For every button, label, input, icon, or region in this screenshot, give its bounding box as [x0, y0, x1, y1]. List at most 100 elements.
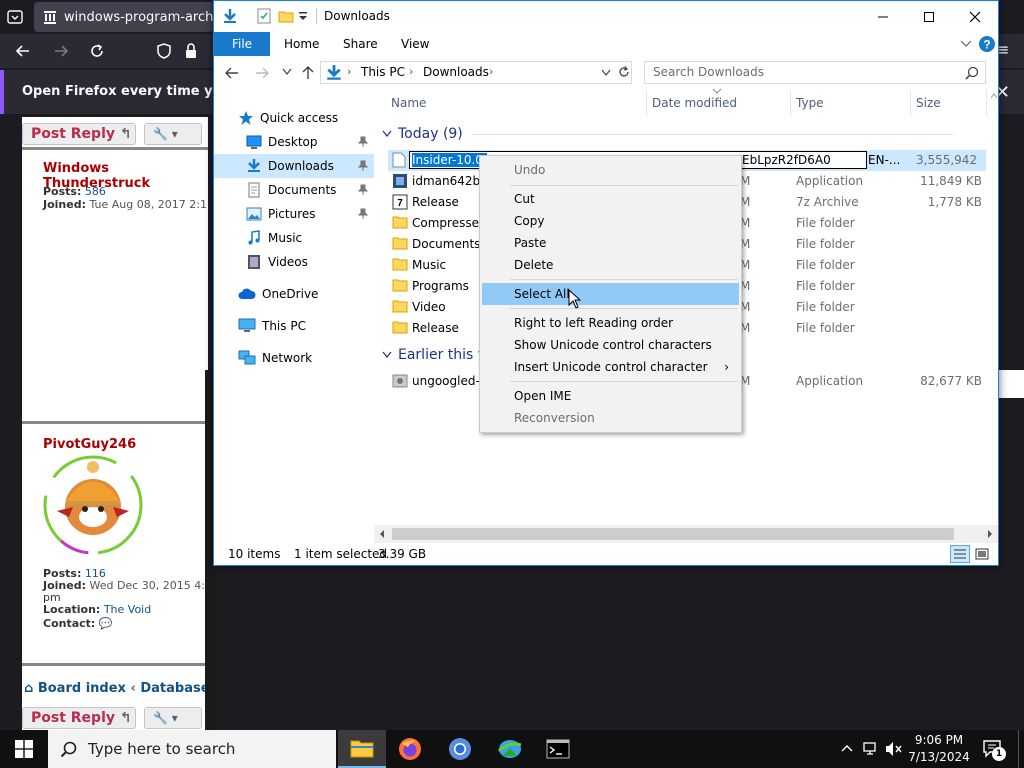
refresh-icon[interactable]	[617, 65, 631, 79]
group-today[interactable]: Today (9)	[382, 126, 953, 142]
large-icons-view-icon[interactable]	[974, 546, 990, 562]
archive-site-icon	[42, 9, 58, 25]
lock-icon[interactable]	[183, 42, 199, 60]
app-icon	[392, 173, 408, 189]
folder-icon	[392, 215, 408, 229]
menu-item-show-unicode[interactable]: Show Unicode control characters	[482, 334, 739, 356]
pin-icon[interactable]	[358, 184, 368, 196]
properties-icon[interactable]	[256, 8, 272, 24]
post-count-1: Posts: 586	[43, 185, 106, 198]
address-bar[interactable]: › This PC › Downloads ›	[320, 61, 632, 84]
nav-videos[interactable]: Videos	[214, 250, 374, 274]
menu-item-rtl-reading-order[interactable]: Right to left Reading order	[482, 312, 739, 334]
nav-onedrive[interactable]: OneDrive	[214, 282, 374, 306]
scrollbar-thumb[interactable]	[392, 528, 954, 540]
title-bar: Downloads	[214, 1, 998, 32]
network-status-icon[interactable]	[862, 741, 880, 757]
tab-share[interactable]: Share	[343, 32, 378, 56]
group-earlier-this-year[interactable]: Earlier this ye	[382, 347, 495, 363]
nav-pictures[interactable]: Pictures	[214, 202, 374, 226]
nav-this-pc[interactable]: This PC	[214, 314, 374, 338]
topic-tools-button[interactable]: 🔧 ▾	[144, 123, 202, 145]
system-clock[interactable]: 9:06 PM 7/13/2024	[904, 732, 974, 766]
recent-locations-icon[interactable]	[282, 68, 292, 76]
menu-item-copy[interactable]: Copy	[482, 210, 739, 232]
taskbar-file-explorer[interactable]	[338, 730, 386, 768]
home-icon: ⌂	[24, 681, 34, 696]
tab-home[interactable]: Home	[284, 32, 319, 56]
taskbar-search-input[interactable]: Type here to search	[48, 730, 336, 768]
taskbar-internet-download-manager[interactable]	[486, 730, 534, 768]
close-button[interactable]	[952, 1, 998, 32]
help-icon[interactable]: ?	[978, 35, 996, 53]
menu-item-cut[interactable]: Cut	[482, 188, 739, 210]
nav-music[interactable]: Music	[214, 226, 374, 250]
back-arrow-icon[interactable]	[14, 42, 32, 60]
horizontal-scrollbar[interactable]	[374, 525, 998, 543]
windows-logo-icon	[15, 740, 33, 758]
details-view-icon[interactable]	[950, 545, 970, 563]
taskbar-command-prompt[interactable]	[534, 730, 582, 768]
search-input[interactable]: Search Downloads	[644, 61, 986, 84]
post-author-2[interactable]: PivotGuy246	[43, 437, 136, 452]
customize-qat-icon[interactable]	[298, 10, 308, 22]
search-icon	[60, 740, 78, 758]
breadcrumb-board-index[interactable]: Board index	[38, 681, 126, 696]
maximize-button[interactable]	[906, 1, 952, 32]
nav-desktop[interactable]: Desktop	[214, 130, 374, 154]
pin-icon[interactable]	[358, 208, 368, 220]
column-size[interactable]: Size	[916, 90, 941, 116]
contact-icon[interactable]: 💬	[99, 617, 113, 630]
forward-arrow-icon[interactable]	[52, 42, 70, 60]
address-this-pc[interactable]: This PC	[361, 65, 405, 79]
back-arrow-icon[interactable]	[224, 65, 240, 81]
nav-documents[interactable]: Documents	[214, 178, 374, 202]
join-date-1: Joined: Tue Aug 08, 2017 2:1	[43, 198, 207, 211]
menu-item-delete[interactable]: Delete	[482, 254, 739, 276]
folder-icon	[392, 299, 408, 313]
notifications-icon[interactable]: 1	[982, 739, 1006, 761]
volume-muted-icon[interactable]	[884, 741, 904, 757]
minimize-button[interactable]	[860, 1, 906, 32]
menu-item-insert-unicode[interactable]: Insert Unicode control character ›	[482, 356, 739, 378]
firefox-tab[interactable]: windows-program-archive	[34, 2, 214, 32]
address-history-icon[interactable]	[601, 69, 611, 77]
reload-icon[interactable]	[88, 42, 106, 60]
list-tabs-icon[interactable]	[6, 8, 24, 26]
forward-arrow-icon[interactable]	[254, 65, 270, 81]
post-reply-button-bottom[interactable]: Post Reply ↰	[22, 707, 136, 729]
menu-item-paste[interactable]: Paste	[482, 232, 739, 254]
scroll-up-icon[interactable]	[990, 92, 998, 100]
address-downloads[interactable]: Downloads	[423, 65, 489, 79]
topic-tools-button-bottom[interactable]: 🔧 ▾	[144, 707, 202, 729]
tab-view[interactable]: View	[401, 32, 429, 56]
menu-item-reconversion[interactable]: Reconversion	[482, 407, 739, 429]
menu-item-select-all[interactable]: Select All	[482, 283, 739, 305]
scroll-right-icon[interactable]	[986, 529, 994, 539]
tab-file[interactable]: File	[214, 32, 270, 56]
taskbar-chromium[interactable]	[436, 730, 484, 768]
post-reply-button[interactable]: Post Reply ↰	[22, 123, 136, 145]
nav-downloads[interactable]: Downloads	[214, 154, 374, 178]
column-type[interactable]: Type	[796, 90, 824, 116]
column-name[interactable]: Name	[391, 90, 426, 116]
pin-icon[interactable]	[358, 136, 368, 148]
start-button[interactable]	[0, 730, 48, 768]
new-folder-icon[interactable]	[278, 8, 294, 24]
nav-quick-access[interactable]: Quick access	[214, 106, 374, 130]
up-arrow-icon[interactable]	[300, 65, 316, 81]
show-hidden-icons-icon[interactable]	[840, 743, 854, 753]
show-desktop-button[interactable]	[1018, 730, 1024, 768]
expand-ribbon-icon[interactable]	[960, 39, 972, 49]
shield-icon[interactable]	[155, 42, 173, 60]
cloud-icon	[238, 287, 256, 301]
breadcrumb-database[interactable]: Database,	[140, 681, 208, 696]
menu-item-undo[interactable]: Undo	[482, 159, 739, 181]
taskbar-firefox[interactable]	[386, 730, 434, 768]
pin-icon[interactable]	[358, 160, 368, 172]
navigation-pane: Quick access Desktop Downloads Documents…	[214, 90, 374, 537]
nav-network[interactable]: Network	[214, 346, 374, 370]
column-date-modified[interactable]: Date modified	[652, 90, 737, 116]
scroll-left-icon[interactable]	[378, 529, 386, 539]
menu-item-open-ime[interactable]: Open IME	[482, 385, 739, 407]
